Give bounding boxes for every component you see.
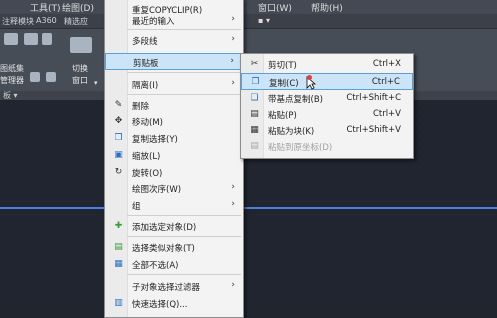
- copy-icon: ❐: [251, 77, 260, 87]
- menu-help[interactable]: 帮助(H): [311, 1, 343, 14]
- submenu-arrow-icon: ›: [231, 182, 235, 192]
- submenu-arrow-icon: ›: [231, 14, 235, 24]
- menu-item-add-selected[interactable]: ✚ 添加选定对象(D): [105, 218, 243, 235]
- menu-item-scale[interactable]: ▣ 缩放(L): [105, 147, 243, 164]
- menu-item-paste-block[interactable]: ▦ 粘贴为块(K) Ctrl+Shift+V: [241, 122, 413, 139]
- ribbon-label-window: 窗口: [72, 76, 88, 85]
- ribbon-dropdown-icon[interactable]: ▾: [94, 79, 98, 87]
- menu-item-paste-original[interactable]: ▤ 粘贴到原坐标(D): [241, 138, 413, 155]
- ribbon-label-switch: 切换: [72, 64, 88, 73]
- properties-icon[interactable]: [24, 33, 38, 45]
- paste-icon: ▤: [250, 109, 259, 119]
- menu-item-select-similar[interactable]: ▤ 选择类似对象(T): [105, 239, 243, 256]
- menu-separator: [127, 236, 241, 237]
- menu-item-copy-select[interactable]: ❐ 复制选择(Y): [105, 130, 243, 147]
- select-similar-icon: ▤: [114, 242, 123, 252]
- move-icon: ✥: [114, 116, 123, 126]
- menu-item-isolate[interactable]: 隔离(I) ›: [105, 76, 243, 93]
- scale-icon: ▣: [114, 150, 123, 160]
- ribbon-label-manager: 管理器: [0, 76, 24, 85]
- menu-item-clipboard[interactable]: 剪贴板 ›: [105, 53, 243, 70]
- submenu-arrow-icon: ›: [231, 199, 235, 209]
- menu-item-erase[interactable]: ✎ 删除: [105, 97, 243, 114]
- menu-separator: [127, 29, 241, 30]
- menu-separator: [127, 94, 241, 95]
- menu-window[interactable]: 窗口(W): [258, 1, 292, 14]
- menu-separator: [127, 72, 241, 73]
- menu-item-draworder[interactable]: 绘图次序(W) ›: [105, 180, 243, 197]
- workspace-icon[interactable]: ▪ ▾: [258, 16, 270, 25]
- menu-item-polyline[interactable]: 多段线 ›: [105, 32, 243, 49]
- menu-item-move[interactable]: ✥ 移动(M): [105, 113, 243, 130]
- menu-separator: [127, 215, 241, 216]
- menu-item-quick-select[interactable]: ▥ 快速选择(Q)...: [105, 295, 243, 312]
- layout-icon[interactable]: [46, 72, 56, 82]
- menu-item-copy-base[interactable]: ❏ 带基点复制(B) Ctrl+Shift+C: [241, 90, 413, 107]
- menu-tools[interactable]: 工具(T): [30, 1, 61, 14]
- eraser-icon: ✎: [114, 100, 123, 110]
- menu-item-paste[interactable]: ▤ 粘贴(P) Ctrl+V: [241, 106, 413, 123]
- context-menu: 重复COPYCLIP(R) 最近的输入 › 多段线 › 剪贴板 › 隔离(I) …: [104, 0, 244, 318]
- copy-select-icon: ❐: [114, 133, 123, 143]
- menu-draw[interactable]: 绘图(D): [62, 1, 94, 14]
- switch-window-icon[interactable]: [70, 37, 92, 53]
- paste-block-icon: ▦: [250, 125, 259, 135]
- menu-item-cut[interactable]: ✂ 剪切(T) Ctrl+X: [241, 56, 413, 73]
- selected-line[interactable]: [0, 207, 497, 209]
- submenu-arrow-icon: ›: [231, 78, 235, 88]
- rotate-icon: ↻: [114, 167, 123, 177]
- ribbon-tab-bar: 注释模块 A360 精选应 ▪ ▾: [0, 14, 497, 29]
- cut-icon: ✂: [250, 59, 259, 69]
- tab-a360[interactable]: A360: [36, 16, 57, 25]
- submenu-arrow-icon: ›: [231, 34, 235, 44]
- sheetset-icon[interactable]: [4, 33, 18, 45]
- paste-orig-icon: ▤: [250, 141, 259, 151]
- menu-item-subobject-filter[interactable]: 子对象选择过滤器 ›: [105, 278, 243, 295]
- tab-annotate[interactable]: 注释模块: [2, 16, 34, 27]
- deselect-icon: ▦: [114, 259, 123, 269]
- tool-icon[interactable]: [42, 33, 52, 45]
- menu-item-group[interactable]: 组 ›: [105, 197, 243, 214]
- click-indicator: [307, 75, 312, 80]
- ribbon-label-sheetset: 图纸集: [0, 64, 24, 73]
- calculator-icon[interactable]: [30, 72, 40, 82]
- menu-separator: [127, 274, 241, 275]
- menu-item-copy[interactable]: ❐ 复制(C) Ctrl+C: [241, 73, 413, 90]
- clipboard-submenu: ✂ 剪切(T) Ctrl+X ❐ 复制(C) Ctrl+C ❏ 带基点复制(B)…: [240, 53, 414, 159]
- menu-bar: 工具(T) 绘图(D) 窗口(W) 帮助(H): [0, 0, 497, 14]
- quick-select-icon: ▥: [114, 298, 123, 308]
- menu-item-deselect-all[interactable]: ▦ 全部不选(A): [105, 256, 243, 273]
- add-selected-icon: ✚: [114, 221, 123, 231]
- copy-base-icon: ❏: [250, 93, 259, 103]
- submenu-arrow-icon: ›: [231, 280, 235, 290]
- menu-item-rotate[interactable]: ↻ 旋转(O): [105, 164, 243, 181]
- submenu-arrow-icon: ›: [230, 56, 234, 66]
- menu-item-recent-input[interactable]: 最近的输入 ›: [105, 12, 243, 29]
- tab-featured[interactable]: 精选应: [64, 16, 88, 27]
